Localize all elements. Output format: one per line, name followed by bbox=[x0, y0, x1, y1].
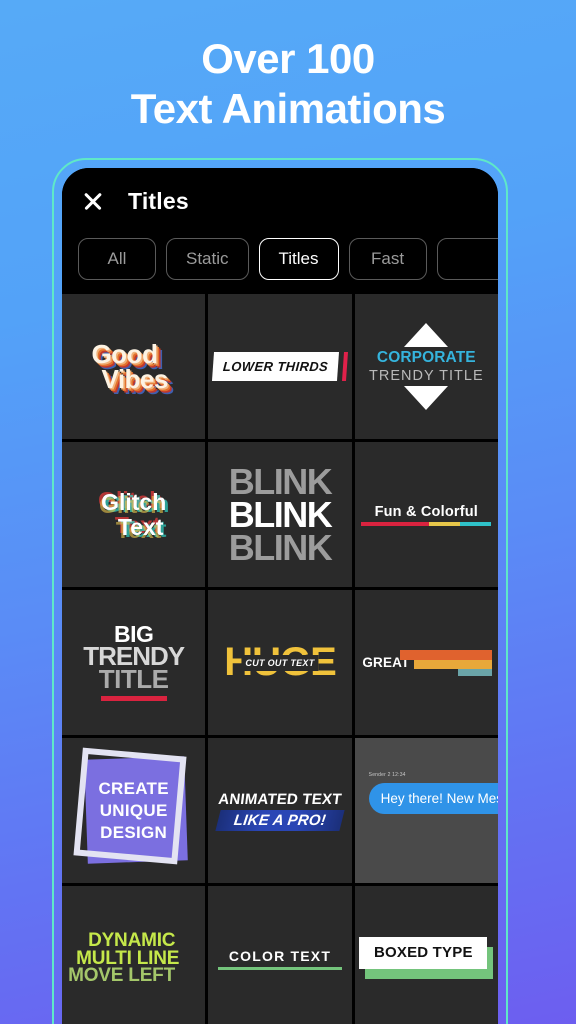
lower-thirds-accent-bar bbox=[342, 352, 349, 381]
create-unique-text: CREATE UNIQUE DESIGN bbox=[74, 777, 194, 843]
phone-mockup-frame: Titles All Static Titles Fast Good Vibes… bbox=[52, 158, 508, 1024]
filter-chip-overflow[interactable] bbox=[436, 238, 498, 280]
template-card-blink[interactable]: BLINK BLINK BLINK bbox=[208, 442, 352, 587]
filter-chip-titles[interactable]: Titles bbox=[258, 238, 339, 280]
lower-thirds-label: LOWER THIRDS bbox=[211, 352, 340, 381]
rule-segment-red bbox=[361, 521, 430, 526]
fun-colorful-art: Fun & Colorful bbox=[361, 503, 492, 526]
promo-headline: Over 100 Text Animations bbox=[0, 34, 576, 133]
dynamic-multi-art: DYNAMIC MULTI LINE MOVE LEFT bbox=[68, 931, 179, 987]
promo-line-1: Over 100 bbox=[201, 35, 375, 82]
glitch-layer-white: Glitch Text bbox=[101, 490, 166, 538]
blink-line-1: BLINK bbox=[228, 460, 333, 502]
big-trendy-art: BIG TRENDY TITLE bbox=[83, 623, 185, 701]
create-unique-art: CREATE UNIQUE DESIGN bbox=[73, 747, 194, 870]
great-bar-orange bbox=[400, 649, 493, 660]
filter-chip-static[interactable]: Static bbox=[166, 238, 249, 280]
color-text-art: COLOR TEXT bbox=[217, 947, 342, 970]
animated-text-art: ANIMATED TEXT LIKE A PRO! bbox=[215, 790, 345, 831]
filter-chip-row[interactable]: All Static Titles Fast bbox=[62, 234, 498, 294]
rule-segment-yellow bbox=[429, 521, 461, 526]
great-bar-teal bbox=[458, 668, 493, 676]
boxed-type-label: BOXED TYPE bbox=[373, 944, 473, 961]
fun-colorful-label: Fun & Colorful bbox=[374, 503, 479, 520]
boxed-type-art: BOXED TYPE bbox=[359, 936, 494, 981]
glitch-line-2: Text bbox=[117, 513, 164, 540]
template-card-fun-colorful[interactable]: Fun & Colorful bbox=[354, 442, 498, 587]
template-card-dynamic-multi-line[interactable]: DYNAMIC MULTI LINE MOVE LEFT bbox=[62, 886, 206, 1024]
template-card-boxed-type[interactable]: BOXED TYPE bbox=[354, 886, 498, 1024]
promo-line-2: Text Animations bbox=[130, 84, 446, 132]
great-bar-amber bbox=[414, 659, 493, 669]
glitch-art: Glitch Text Glitch Text Glitch Text Glit… bbox=[98, 488, 169, 541]
template-card-corporate[interactable]: CORPORATE TRENDY TITLE bbox=[354, 294, 498, 439]
phone-screen: Titles All Static Titles Fast Good Vibes… bbox=[62, 168, 498, 1024]
great-looking-art: GREAT LOOKING bbox=[362, 646, 493, 680]
create-line-3: DESIGN bbox=[100, 822, 168, 842]
template-card-new-message[interactable]: Sender 2 12:34 Hey there! New Message! bbox=[354, 738, 498, 883]
new-message-art: Sender 2 12:34 Hey there! New Message! bbox=[368, 772, 498, 814]
app-header: Titles bbox=[62, 168, 498, 234]
big-trendy-line-3: TITLE bbox=[98, 664, 169, 695]
blink-art: BLINK BLINK BLINK bbox=[228, 460, 333, 569]
big-trendy-underline bbox=[100, 695, 167, 701]
fun-colorful-rule bbox=[361, 521, 492, 526]
message-bubble: Hey there! New Message! bbox=[368, 783, 498, 814]
template-card-glitch-text[interactable]: Glitch Text Glitch Text Glitch Text Glit… bbox=[62, 442, 206, 587]
triangle-up-icon bbox=[404, 323, 449, 347]
triangle-down-icon bbox=[404, 386, 449, 410]
huge-cutout-label: CUT OUT TEXT bbox=[241, 654, 319, 671]
animated-line-2: LIKE A PRO! bbox=[232, 811, 328, 829]
template-card-huge-cutout[interactable]: HUGE CUT OUT TEXT bbox=[208, 590, 352, 735]
color-text-label: COLOR TEXT bbox=[228, 947, 332, 964]
corporate-line-2: TRENDY TITLE bbox=[369, 368, 484, 384]
template-card-great-looking[interactable]: GREAT LOOKING bbox=[354, 590, 498, 735]
glitch-line-1: Glitch bbox=[101, 489, 167, 516]
lower-thirds-art: LOWER THIRDS bbox=[211, 352, 349, 381]
blink-line-3: BLINK bbox=[228, 527, 333, 569]
rule-segment-teal bbox=[460, 521, 492, 526]
good-vibes-art: Good Vibes bbox=[91, 338, 168, 394]
corporate-art: CORPORATE TRENDY TITLE bbox=[369, 323, 484, 410]
template-card-lower-thirds[interactable]: LOWER THIRDS bbox=[208, 294, 352, 439]
filter-chip-fast[interactable]: Fast bbox=[348, 238, 427, 280]
animated-line-1: ANIMATED TEXT bbox=[217, 790, 343, 808]
template-card-color-text[interactable]: COLOR TEXT bbox=[208, 886, 352, 1024]
create-line-1: CREATE bbox=[98, 778, 169, 798]
good-vibes-line-1: Good bbox=[91, 338, 158, 369]
template-grid: Good Vibes LOWER THIRDS CORPORATE TRENDY… bbox=[62, 294, 498, 1024]
boxed-white-box: BOXED TYPE bbox=[359, 936, 488, 969]
good-vibes-line-2: Vibes bbox=[101, 363, 168, 394]
dynamic-line-3: MOVE LEFT bbox=[68, 965, 175, 987]
template-card-good-vibes[interactable]: Good Vibes bbox=[62, 294, 206, 439]
message-sender-meta: Sender 2 12:34 bbox=[368, 772, 406, 778]
create-line-2: UNIQUE bbox=[99, 800, 168, 820]
color-text-underline bbox=[217, 966, 342, 970]
corporate-line-1: CORPORATE bbox=[376, 349, 476, 366]
template-card-animated-text[interactable]: ANIMATED TEXT LIKE A PRO! bbox=[208, 738, 352, 883]
huge-art: HUGE CUT OUT TEXT bbox=[224, 640, 337, 685]
template-card-create-unique-design[interactable]: CREATE UNIQUE DESIGN bbox=[62, 738, 206, 883]
animated-banner: LIKE A PRO! bbox=[215, 809, 345, 831]
close-icon[interactable] bbox=[80, 188, 106, 214]
template-card-big-trendy-title[interactable]: BIG TRENDY TITLE bbox=[62, 590, 206, 735]
filter-chip-all[interactable]: All bbox=[78, 238, 156, 280]
page-title: Titles bbox=[128, 187, 189, 214]
